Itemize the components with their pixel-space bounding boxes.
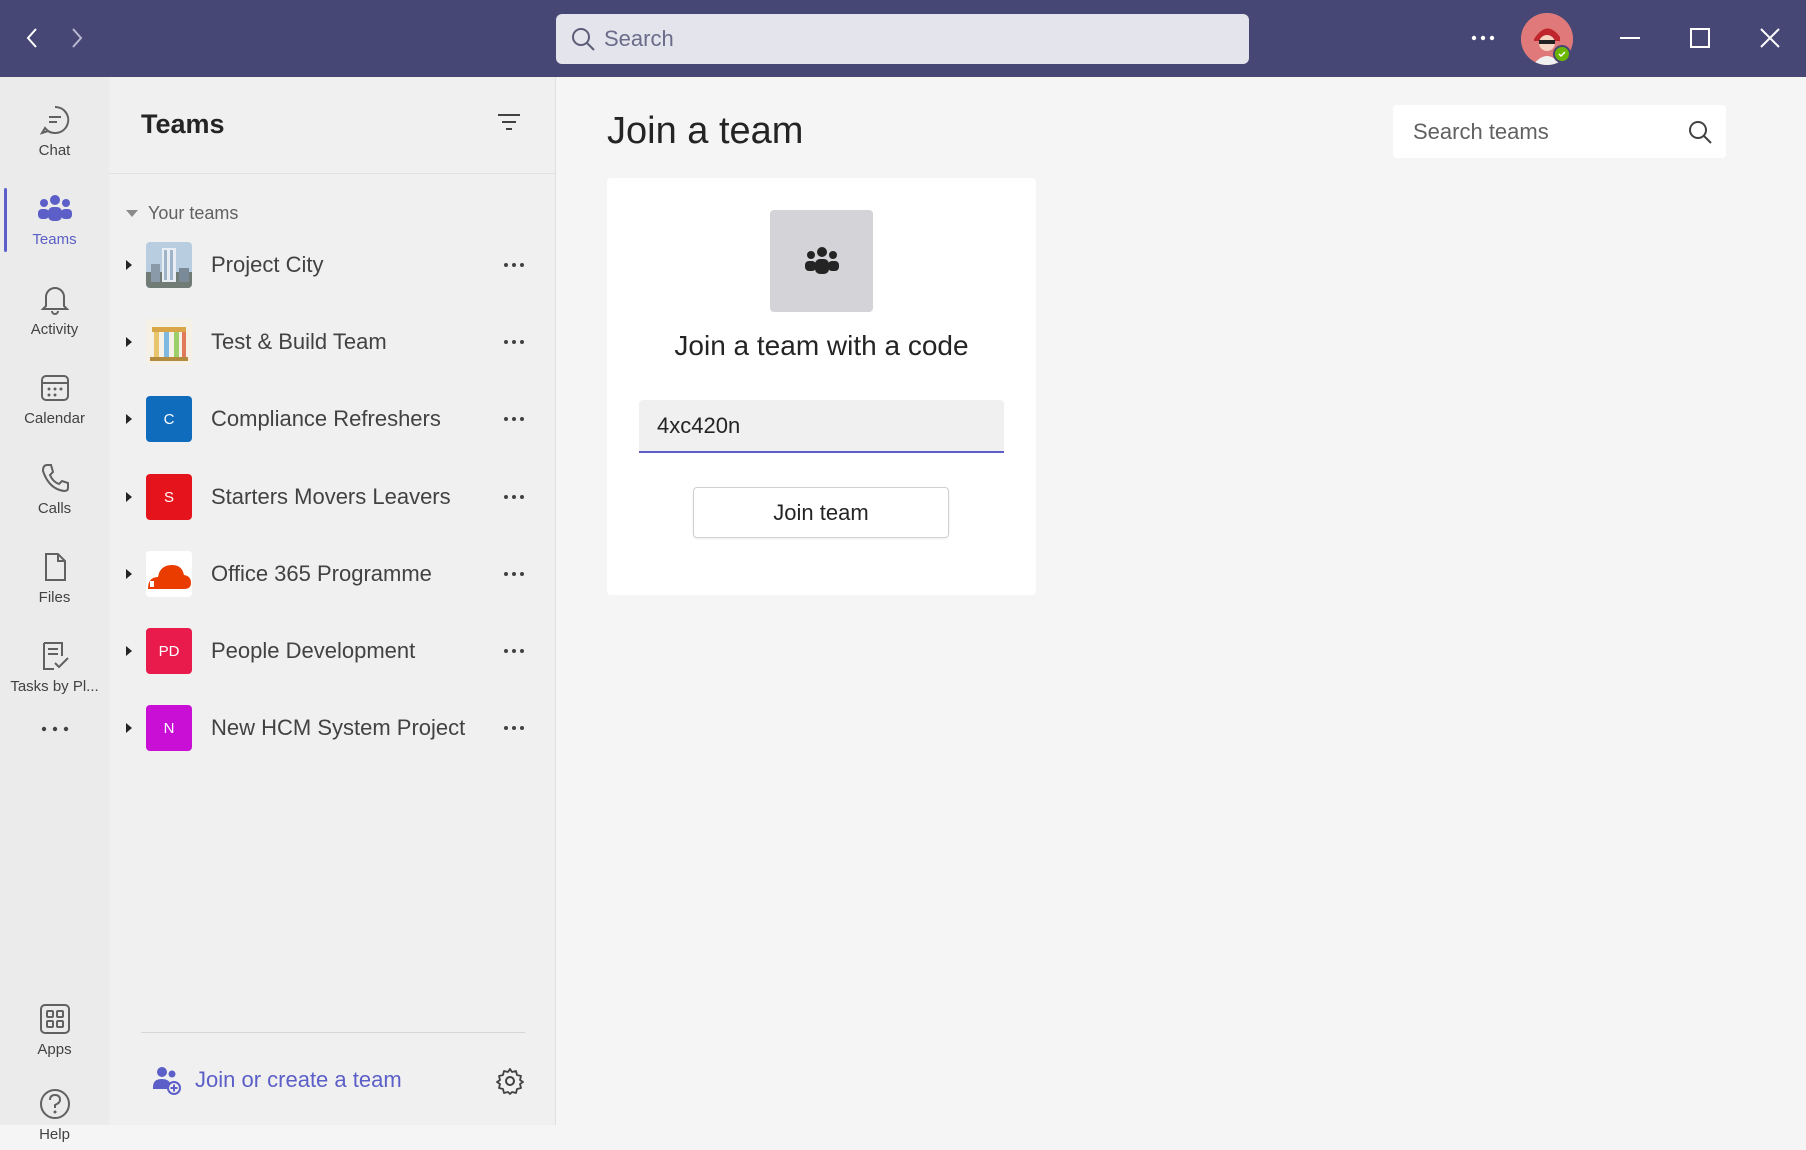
maximize-icon[interactable] xyxy=(1680,18,1720,58)
presence-available-icon xyxy=(1553,45,1571,63)
rail-item-calls[interactable]: Calls xyxy=(0,449,109,529)
team-avatar: C xyxy=(146,396,192,442)
tasks-icon xyxy=(42,641,69,670)
team-row[interactable]: S Starters Movers Leavers xyxy=(109,464,556,530)
teams-icon xyxy=(770,210,873,312)
calendar-icon xyxy=(40,374,69,401)
rail-label: Tasks by Pl... xyxy=(10,677,99,695)
chevron-left-icon[interactable] xyxy=(16,22,48,54)
team-avatar xyxy=(146,319,192,365)
search-teams-placeholder: Search teams xyxy=(1413,118,1549,144)
search-teams-input[interactable]: Search teams xyxy=(1393,105,1726,158)
search-icon[interactable] xyxy=(1687,119,1713,151)
team-name: Test & Build Team xyxy=(211,329,387,354)
team-name: People Development xyxy=(211,638,416,663)
minimize-icon[interactable] xyxy=(1610,18,1650,58)
help-icon xyxy=(39,1088,70,1119)
rail-label: Files xyxy=(38,588,71,606)
team-name: Project City xyxy=(211,252,324,277)
team-name: Office 365 Programme xyxy=(211,561,432,586)
rail-label: Teams xyxy=(32,230,77,248)
team-row[interactable]: Office 365 Programme xyxy=(109,541,556,607)
caret-right-icon[interactable] xyxy=(126,723,132,733)
team-avatar: PD xyxy=(146,628,192,674)
rail-item-chat[interactable]: Chat xyxy=(0,91,109,171)
rail-item-activity[interactable]: Activity xyxy=(0,270,109,350)
caret-down-icon xyxy=(126,210,138,217)
bell-icon xyxy=(40,286,69,315)
panel-title: Teams xyxy=(141,109,225,139)
rail-item-teams[interactable]: Teams xyxy=(0,180,109,260)
join-team-button[interactable]: Join team xyxy=(693,487,949,538)
more-apps-icon[interactable] xyxy=(0,709,109,749)
chat-icon xyxy=(39,105,69,135)
divider xyxy=(141,1032,525,1033)
teams-panel: Teams Your teams Project City Test & Bui… xyxy=(109,77,556,1125)
team-name: Compliance Refreshers xyxy=(211,406,441,431)
rail-label: Activity xyxy=(30,320,79,338)
rail-item-help[interactable]: Help xyxy=(0,1080,109,1150)
more-options-icon[interactable] xyxy=(499,487,529,507)
title-bar: Search xyxy=(0,0,1806,77)
team-row[interactable]: Project City xyxy=(109,232,556,298)
add-people-icon xyxy=(153,1067,181,1095)
team-avatar: S xyxy=(146,474,192,520)
more-options-icon[interactable] xyxy=(499,255,529,275)
gear-icon[interactable] xyxy=(496,1067,524,1100)
apps-icon xyxy=(39,1003,70,1034)
filter-icon[interactable] xyxy=(497,113,521,136)
rail-label: Chat xyxy=(38,141,71,159)
rail-label: Calls xyxy=(37,499,72,517)
caret-right-icon[interactable] xyxy=(126,492,132,502)
more-options-icon[interactable] xyxy=(499,332,529,352)
rail-label: Help xyxy=(39,1125,70,1143)
team-name: Starters Movers Leavers xyxy=(211,484,451,509)
phone-icon xyxy=(41,463,69,492)
team-avatar xyxy=(146,242,192,288)
rail-item-calendar[interactable]: Calendar xyxy=(0,359,109,439)
rail-item-tasks[interactable]: Tasks by Pl... xyxy=(0,627,109,707)
team-row[interactable]: Test & Build Team xyxy=(109,309,556,375)
caret-right-icon[interactable] xyxy=(126,260,132,270)
caret-right-icon[interactable] xyxy=(126,569,132,579)
office-365-logo xyxy=(146,551,192,597)
global-search-input[interactable]: Search xyxy=(556,14,1249,64)
divider xyxy=(109,173,556,174)
team-avatar: N xyxy=(146,705,192,751)
team-row[interactable]: N New HCM System Project xyxy=(109,695,556,761)
teams-icon xyxy=(37,194,72,221)
team-code-input[interactable]: 4xc420n xyxy=(639,400,1004,453)
rail-label: Calendar xyxy=(24,409,85,427)
search-placeholder: Search xyxy=(604,26,674,51)
join-or-create-team-link[interactable]: Join or create a team xyxy=(151,1065,402,1095)
caret-right-icon[interactable] xyxy=(126,646,132,656)
rail-label: Apps xyxy=(37,1040,72,1058)
your-teams-section[interactable]: Your teams xyxy=(123,203,238,224)
join-or-create-label: Join or create a team xyxy=(195,1067,402,1092)
close-icon[interactable] xyxy=(1750,18,1790,58)
app-rail: Chat Teams Activity Calendar Calls Files… xyxy=(0,77,109,1143)
card-heading: Join a team with a code xyxy=(674,330,969,361)
team-row[interactable]: PD People Development xyxy=(109,618,556,684)
more-options-icon[interactable] xyxy=(499,409,529,429)
search-icon xyxy=(570,26,596,58)
rail-item-files[interactable]: Files xyxy=(0,538,109,618)
chevron-right-icon[interactable] xyxy=(61,22,93,54)
rail-item-apps[interactable]: Apps xyxy=(0,990,109,1070)
more-horizontal-icon[interactable] xyxy=(1463,18,1503,58)
caret-right-icon[interactable] xyxy=(126,337,132,347)
join-with-code-card: Join a team with a code 4xc420n Join tea… xyxy=(607,178,1036,595)
team-row[interactable]: C Compliance Refreshers xyxy=(109,386,556,452)
more-options-icon[interactable] xyxy=(499,718,529,738)
team-name: New HCM System Project xyxy=(211,715,466,740)
file-icon xyxy=(44,552,66,581)
caret-right-icon[interactable] xyxy=(126,414,132,424)
section-label: Your teams xyxy=(148,203,239,223)
more-options-icon[interactable] xyxy=(499,564,529,584)
page-title: Join a team xyxy=(607,110,804,152)
more-options-icon[interactable] xyxy=(499,641,529,661)
